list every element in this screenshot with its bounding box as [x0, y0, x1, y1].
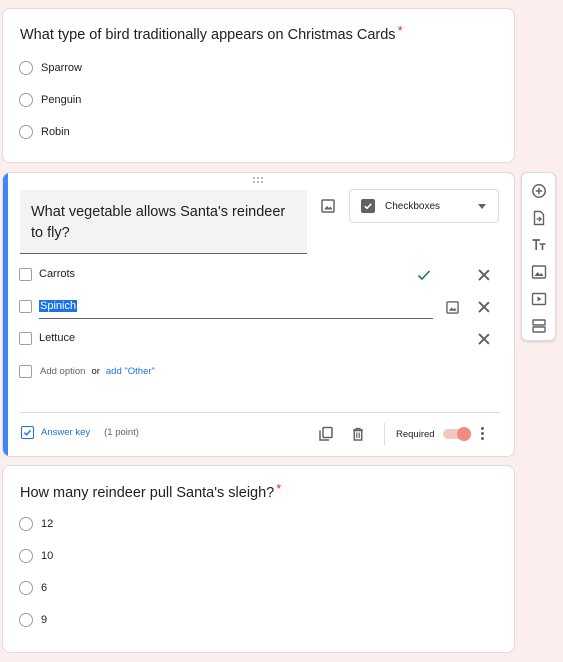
checkbox[interactable]	[19, 300, 32, 313]
add-image-icon[interactable]	[531, 264, 547, 280]
question-title-input[interactable]: What vegetable allows Santa's reindeer t…	[20, 190, 307, 254]
question-title: How many reindeer pull Santa's sleigh? *	[20, 481, 281, 501]
option-label: 10	[41, 550, 54, 562]
checkbox	[19, 364, 32, 378]
checkbox[interactable]	[19, 332, 32, 345]
radio-option[interactable]: Penguin	[19, 90, 81, 110]
radio-button[interactable]	[19, 517, 33, 531]
add-option-link[interactable]: Add option	[40, 366, 85, 377]
toggle-knob	[457, 427, 471, 441]
checkbox-icon	[361, 199, 375, 213]
add-title-icon[interactable]	[531, 237, 547, 253]
option-label: Carrots	[39, 268, 76, 280]
duplicate-icon[interactable]	[318, 426, 334, 442]
radio-button[interactable]	[19, 613, 33, 627]
radio-option[interactable]: 10	[19, 546, 53, 566]
radio-option[interactable]: Sparrow	[19, 58, 82, 78]
question-card-vegetable[interactable]: What vegetable allows Santa's reindeer t…	[2, 172, 515, 457]
radio-option[interactable]: 9	[19, 610, 47, 630]
required-label: Required	[396, 429, 435, 440]
correct-answer-check-icon	[416, 267, 432, 283]
answer-key-label: Answer key	[41, 427, 91, 438]
option-label: Robin	[41, 126, 70, 138]
option-label: 12	[41, 518, 54, 530]
import-questions-icon[interactable]	[531, 210, 547, 226]
question-title: What type of bird traditionally appears …	[20, 23, 403, 43]
option-label: 9	[41, 614, 48, 626]
required-asterisk: *	[276, 481, 282, 496]
floating-toolbar	[521, 172, 556, 341]
add-video-icon[interactable]	[531, 291, 547, 307]
radio-option[interactable]: 12	[19, 514, 53, 534]
delete-icon[interactable]	[350, 426, 366, 442]
chevron-down-icon	[478, 203, 486, 209]
selected-option-text[interactable]: Spinich	[39, 300, 78, 312]
question-type-dropdown[interactable]: Checkboxes	[349, 189, 499, 223]
question-card-reindeer[interactable]: How many reindeer pull Santa's sleigh? * …	[2, 465, 515, 653]
radio-option[interactable]: 6	[19, 578, 47, 598]
question-title-text: How many reindeer pull Santa's sleigh?	[20, 485, 275, 501]
radio-button[interactable]	[19, 125, 33, 139]
radio-button[interactable]	[19, 581, 33, 595]
radio-button[interactable]	[19, 93, 33, 107]
option-label: 6	[41, 582, 48, 594]
radio-button[interactable]	[19, 61, 33, 75]
question-card-bird[interactable]: What type of bird traditionally appears …	[2, 8, 515, 163]
remove-option-icon[interactable]	[477, 268, 491, 282]
option-label: Sparrow	[41, 62, 82, 74]
add-option-row: Add option or add "Other"	[19, 363, 155, 379]
add-image-icon[interactable]	[319, 197, 337, 215]
required-asterisk: *	[397, 23, 403, 38]
radio-button[interactable]	[19, 549, 33, 563]
question-footer: Answer key (1 point) Required	[3, 413, 514, 456]
remove-option-icon[interactable]	[477, 300, 491, 314]
add-question-icon[interactable]	[531, 183, 547, 199]
checkbox-option-editing[interactable]: Spinich	[19, 297, 499, 319]
checkbox[interactable]	[19, 268, 32, 281]
question-title-text: What type of bird traditionally appears …	[20, 27, 396, 43]
answer-key-icon	[21, 426, 34, 439]
required-toggle[interactable]	[443, 427, 471, 441]
answer-key-button[interactable]: Answer key (1 point)	[21, 426, 139, 439]
add-other-link[interactable]: add "Other"	[106, 366, 155, 377]
option-text-input[interactable]: Spinich	[39, 297, 433, 319]
option-label: Lettuce	[39, 332, 76, 344]
more-options-icon[interactable]	[481, 427, 485, 441]
or-text: or	[91, 365, 100, 377]
checkbox-option[interactable]: Lettuce	[19, 329, 499, 349]
drag-handle-icon[interactable]	[253, 177, 267, 185]
option-label: Penguin	[41, 94, 82, 106]
question-type-label: Checkboxes	[385, 200, 441, 212]
radio-option[interactable]: Robin	[19, 122, 70, 142]
footer-separator	[384, 423, 385, 445]
checkbox-option[interactable]: Carrots	[19, 265, 499, 285]
remove-option-icon[interactable]	[477, 332, 491, 346]
add-image-icon[interactable]	[443, 298, 461, 316]
add-section-icon[interactable]	[531, 318, 547, 334]
points-label: (1 point)	[104, 427, 139, 438]
